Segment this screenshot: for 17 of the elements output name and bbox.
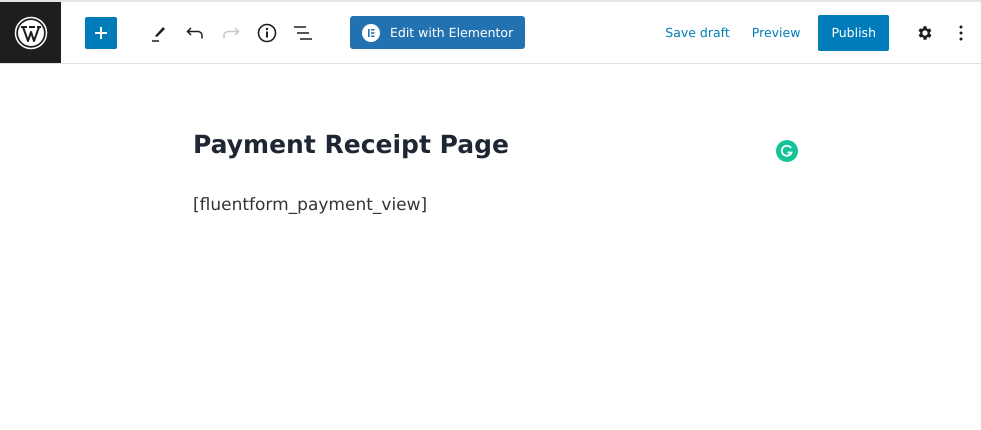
wordpress-logo-icon bbox=[14, 16, 48, 50]
edit-with-elementor-button[interactable]: Edit with Elementor bbox=[350, 16, 526, 49]
save-draft-button[interactable]: Save draft bbox=[665, 17, 730, 48]
plus-icon bbox=[93, 24, 109, 40]
post-title[interactable]: Payment Receipt Page bbox=[193, 130, 509, 159]
elementor-icon bbox=[362, 24, 380, 42]
info-icon bbox=[257, 22, 277, 42]
shortcode-paragraph[interactable]: [fluentform_payment_view] bbox=[193, 195, 981, 215]
preview-button[interactable]: Preview bbox=[752, 17, 800, 48]
publish-button[interactable]: Publish bbox=[818, 14, 889, 50]
add-button[interactable] bbox=[85, 16, 117, 48]
list-view-icon bbox=[293, 24, 313, 40]
settings-icon bbox=[916, 24, 934, 42]
undo-icon bbox=[186, 26, 204, 40]
redo-icon bbox=[222, 26, 240, 40]
logo[interactable] bbox=[0, 2, 61, 63]
more-icon bbox=[959, 24, 963, 40]
